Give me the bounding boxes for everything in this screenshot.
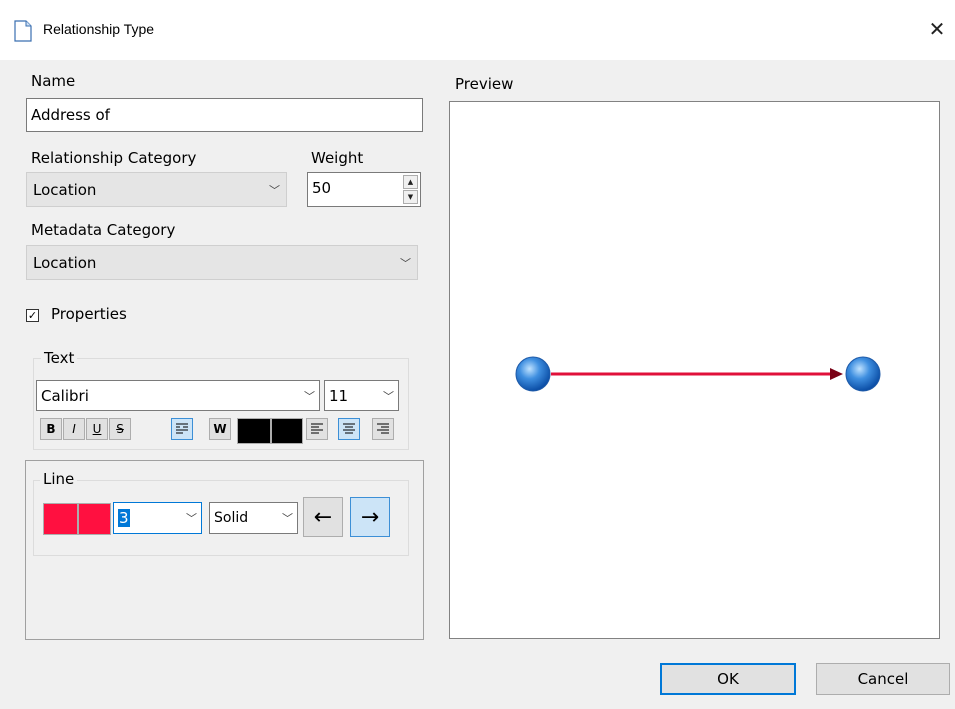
text-group-title: Text: [41, 349, 78, 367]
strikethrough-button[interactable]: S: [109, 418, 131, 440]
line-color-swatch-secondary[interactable]: [78, 503, 111, 535]
chevron-down-icon: ﹀: [383, 389, 394, 403]
arrowhead-icon: [830, 368, 843, 380]
preview-label: Preview: [455, 75, 514, 93]
chevron-down-icon: ﹀: [186, 512, 197, 525]
name-label: Name: [31, 72, 76, 90]
chevron-down-icon: ﹀: [269, 183, 280, 197]
title-bar: Relationship Type ✕: [0, 0, 955, 60]
arrow-start-button[interactable]: ←: [303, 497, 343, 537]
align-right-icon: [377, 423, 389, 434]
weight-stepper[interactable]: 50 ▲ ▼: [307, 172, 421, 207]
preview-panel: [449, 101, 940, 639]
align-right-button[interactable]: [372, 418, 394, 440]
align-center-icon: [343, 423, 355, 434]
chevron-down-icon: ﹀: [400, 256, 411, 270]
arrow-left-icon: ←: [313, 504, 333, 530]
metadata-category-value: Location: [33, 253, 97, 272]
font-size-select[interactable]: 11 ﹀: [324, 380, 399, 411]
line-group-title: Line: [40, 470, 78, 488]
document-icon: [14, 20, 32, 42]
underline-button[interactable]: U: [86, 418, 108, 440]
name-input[interactable]: Address of: [26, 98, 423, 132]
chevron-down-icon: ﹀: [282, 512, 293, 525]
arrow-right-icon: →: [360, 504, 380, 530]
align-left-button[interactable]: [306, 418, 328, 440]
weight-label: Weight: [311, 149, 364, 167]
line-style-select[interactable]: Solid ﹀: [209, 502, 298, 534]
ok-button[interactable]: OK: [660, 663, 796, 695]
font-family-value: Calibri: [41, 386, 89, 405]
arrow-end-button[interactable]: →: [350, 497, 390, 537]
line-style-value: Solid: [214, 510, 249, 526]
weight-value: 50: [312, 179, 332, 197]
metadata-category-label: Metadata Category: [31, 221, 176, 239]
text-background-swatch[interactable]: [271, 418, 303, 444]
properties-checkbox[interactable]: ✓: [26, 309, 39, 322]
window-title: Relationship Type: [43, 21, 155, 37]
text-color-swatch[interactable]: [237, 418, 271, 444]
font-size-value: 11: [329, 386, 349, 405]
wrap-text-icon: [176, 423, 188, 434]
relationship-category-label: Relationship Category: [31, 149, 197, 167]
align-left-icon: [311, 423, 323, 434]
relationship-category-select[interactable]: Location ﹀: [26, 172, 287, 207]
line-width-value: 3: [118, 509, 130, 527]
name-value: Address of: [31, 106, 110, 124]
cancel-button[interactable]: Cancel: [816, 663, 950, 695]
target-node: [845, 356, 881, 392]
metadata-category-select[interactable]: Location ﹀: [26, 245, 418, 280]
italic-button[interactable]: I: [63, 418, 85, 440]
spin-up-icon[interactable]: ▲: [403, 175, 418, 189]
align-center-button[interactable]: [338, 418, 360, 440]
bold-button[interactable]: B: [40, 418, 62, 440]
word-wrap-button[interactable]: W: [209, 418, 231, 440]
close-button[interactable]: ✕: [922, 14, 952, 44]
line-width-select[interactable]: 3 ﹀: [113, 502, 202, 534]
preview-canvas: [515, 356, 881, 392]
line-color-swatch[interactable]: [43, 503, 78, 535]
relationship-category-value: Location: [33, 180, 97, 199]
font-family-select[interactable]: Calibri ﹀: [36, 380, 320, 411]
wrap-text-button[interactable]: [171, 418, 193, 440]
spin-down-icon[interactable]: ▼: [403, 190, 418, 204]
source-node: [515, 356, 551, 392]
chevron-down-icon: ﹀: [304, 389, 315, 403]
properties-label: Properties: [51, 305, 127, 323]
